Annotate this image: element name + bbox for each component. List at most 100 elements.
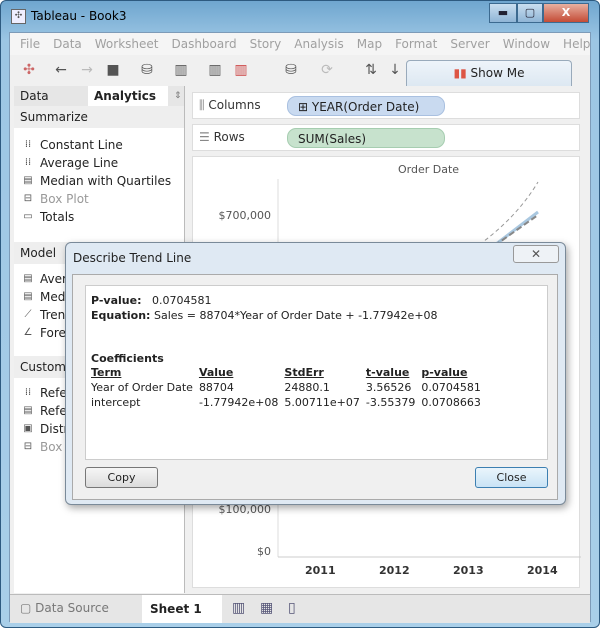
minimize-button[interactable]: ▬	[489, 3, 517, 23]
header-tvalue: t-value	[365, 366, 410, 379]
header-stderr: StdErr	[284, 366, 324, 379]
new-story-icon[interactable]: ▯	[288, 600, 296, 616]
new-data-source-icon[interactable]: ⛁	[138, 61, 156, 79]
table-row: Year of Order Date 88704 24880.1 3.56526 0.0…	[91, 380, 487, 395]
close-button[interactable]: Close	[475, 467, 548, 488]
dialog-close-icon[interactable]: ✕	[513, 245, 559, 263]
cell: -1.77942e+08	[198, 396, 279, 409]
cell: intercept	[91, 396, 141, 409]
item-constant-line[interactable]: ⁞⁞ Constant Line	[14, 136, 184, 154]
pane-menu-icon[interactable]: ⇕	[168, 86, 182, 106]
menu-dashboard[interactable]: Dashboard	[171, 33, 236, 55]
cell: 0.0708663	[421, 396, 481, 409]
clear-sheet-icon[interactable]: ▥	[232, 61, 250, 79]
rows-pill[interactable]: SUM(Sales)	[287, 128, 445, 148]
swap-icon[interactable]: ⇅	[362, 61, 380, 79]
columns-shelf[interactable]: ⫼ Columns ⊞ YEAR(Order Date)	[192, 92, 580, 119]
item-median-quartiles[interactable]: ▤ Median with Quartiles	[14, 172, 184, 190]
menu-analysis[interactable]: Analysis	[294, 33, 343, 55]
table-row: intercept -1.77942e+08 5.00711e+07 -3.55379…	[91, 395, 487, 410]
menu-window[interactable]: Window	[503, 33, 550, 55]
box-plot-icon: ⊟	[23, 441, 33, 452]
menu-server[interactable]: Server	[450, 33, 489, 55]
cell: Year of Order Date	[91, 381, 193, 394]
sort-icon[interactable]: ↓	[386, 61, 404, 79]
average-line-icon: ⁞⁞	[24, 157, 32, 168]
section-summarize: Summarize	[14, 106, 184, 128]
menu-data[interactable]: Data	[53, 33, 82, 55]
tableau-app-icon: ✣	[11, 9, 26, 24]
data-source-tab[interactable]: ▢ Data Source	[20, 601, 109, 615]
box-plot-icon: ⊟	[23, 193, 33, 204]
copy-button[interactable]: Copy	[85, 467, 158, 488]
trend-description: P-value: 0.0704581 Equation: Sales = 887…	[85, 285, 548, 460]
cell: -3.55379	[365, 396, 416, 409]
sheet-tab[interactable]: Sheet 1	[142, 595, 222, 623]
coefficients-table: Term Value StdErr t-value p-value Year o…	[91, 365, 487, 410]
columns-icon: ⫼	[199, 98, 205, 112]
menu-map[interactable]: Map	[357, 33, 382, 55]
columns-pill[interactable]: ⊞ YEAR(Order Date)	[287, 96, 445, 116]
tab-data[interactable]: Data	[14, 86, 88, 106]
pvalue: 0.0704581	[152, 294, 212, 307]
duplicate-sheet-icon[interactable]: ▥	[206, 61, 224, 79]
pause-updates-icon[interactable]: ⛁	[282, 61, 300, 79]
sheet-tabs-bar: ▢ Data Source Sheet 1 ▥ ▦ ▯	[10, 594, 590, 623]
x-tick: 2013	[453, 564, 484, 577]
menu-story[interactable]: Story	[250, 33, 282, 55]
maximize-button[interactable]: ▢	[517, 3, 543, 23]
close-window-button[interactable]: X	[543, 3, 589, 23]
cell: 88704	[198, 381, 234, 394]
new-dashboard-icon[interactable]: ▦	[260, 600, 273, 616]
new-worksheet-icon[interactable]: ▥	[172, 61, 190, 79]
header-pvalue: p-value	[421, 366, 468, 379]
pvalue-label: P-value:	[91, 294, 142, 307]
rows-shelf[interactable]: ☰ Rows SUM(Sales)	[192, 124, 580, 151]
forward-icon[interactable]: →	[78, 61, 96, 79]
window-title: Tableau - Book3	[31, 9, 127, 23]
tableau-logo-icon[interactable]: ✣	[20, 61, 38, 79]
x-tick: 2014	[527, 564, 558, 577]
back-icon[interactable]: ←	[52, 61, 70, 79]
menu-bar: File Data Worksheet Dashboard Story Anal…	[10, 33, 590, 55]
menu-format[interactable]: Format	[395, 33, 437, 55]
rows-label: ☰ Rows	[199, 130, 245, 144]
menu-help[interactable]: Help	[563, 33, 590, 55]
header-value: Value	[198, 366, 234, 379]
median-ci-icon: ▤	[23, 291, 33, 302]
equation: Sales = 88704*Year of Order Date + -1.77…	[153, 309, 438, 322]
reference-band-icon: ▤	[23, 405, 33, 416]
coefficients-title: Coefficients	[91, 352, 164, 365]
menu-worksheet[interactable]: Worksheet	[95, 33, 159, 55]
cell: 3.56526	[365, 381, 412, 394]
x-tick: 2011	[305, 564, 336, 577]
rows-icon: ☰	[199, 130, 210, 144]
tab-analytics[interactable]: Analytics	[88, 86, 168, 106]
median-icon: ▤	[23, 175, 33, 186]
bar-chart-icon: ▮▮	[453, 66, 467, 80]
average-ci-icon: ▤	[23, 273, 33, 284]
x-tick: 2012	[379, 564, 410, 577]
save-icon[interactable]: ■	[104, 61, 122, 79]
distribution-band-icon: ▣	[23, 423, 33, 434]
cell: 24880.1	[284, 381, 330, 394]
cell: 0.0704581	[421, 381, 481, 394]
header-term: Term	[91, 366, 122, 379]
show-me-button[interactable]: ▮▮ Show Me	[406, 60, 572, 86]
item-totals[interactable]: ▭ Totals	[14, 208, 184, 226]
new-worksheet-icon[interactable]: ▥	[232, 600, 245, 616]
dialog-title: Describe Trend Line	[73, 251, 192, 265]
refresh-icon[interactable]: ⟳	[318, 61, 336, 79]
cell: 5.00711e+07	[284, 396, 360, 409]
columns-label: ⫼ Columns	[199, 98, 261, 112]
equation-label: Equation:	[91, 309, 151, 322]
menu-file[interactable]: File	[20, 33, 40, 55]
trend-line-icon: ⟋	[24, 309, 32, 320]
database-icon: ▢	[20, 601, 32, 615]
describe-trend-line-dialog: Describe Trend Line ✕ P-value: 0.0704581…	[65, 242, 566, 505]
item-box-plot[interactable]: ⊟ Box Plot	[14, 190, 184, 208]
reference-line-icon: ⁞⁞	[24, 387, 32, 398]
constant-line-icon: ⁞⁞	[24, 139, 32, 150]
item-average-line[interactable]: ⁞⁞ Average Line	[14, 154, 184, 172]
totals-icon: ▭	[23, 211, 33, 222]
